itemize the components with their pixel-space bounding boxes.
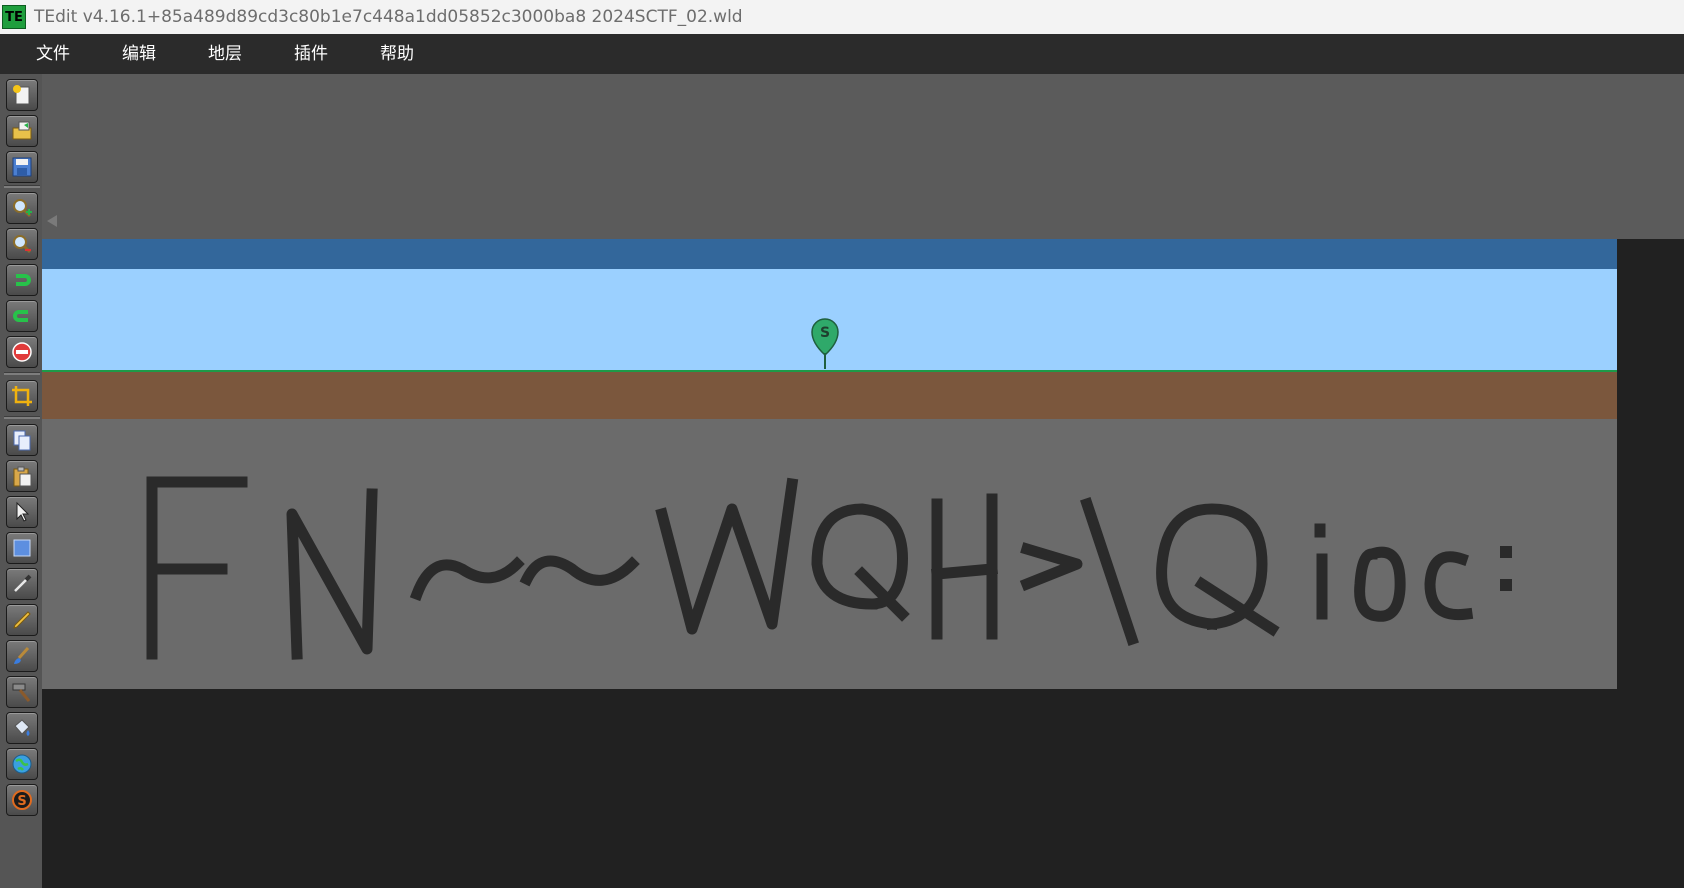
morph-globe-icon bbox=[12, 754, 32, 774]
sprite-icon: S bbox=[12, 790, 32, 810]
window-title: TEdit v4.16.1+85a489d89cd3c80b1e7c448a1d… bbox=[34, 7, 743, 27]
fill-bucket-icon bbox=[14, 719, 30, 736]
brush-button[interactable] bbox=[6, 640, 38, 672]
save-world-icon bbox=[12, 157, 32, 177]
menu-help[interactable]: 帮助 bbox=[362, 34, 432, 74]
title-bar: TE TEdit v4.16.1+85a489d89cd3c80b1e7c448… bbox=[0, 0, 1684, 34]
picker-button[interactable] bbox=[6, 568, 38, 600]
arrow-select-icon bbox=[16, 501, 30, 522]
copy-button[interactable] bbox=[6, 424, 38, 456]
pencil-icon bbox=[13, 611, 31, 629]
pencil-button[interactable] bbox=[6, 604, 38, 636]
viewport-background bbox=[42, 74, 1684, 239]
menu-plugins[interactable]: 插件 bbox=[276, 34, 346, 74]
menu-edit[interactable]: 编辑 bbox=[104, 34, 174, 74]
stone-drawing bbox=[146, 476, 1512, 660]
open-world-button[interactable] bbox=[6, 115, 38, 147]
zoom-out-icon bbox=[13, 235, 32, 254]
zoom-in-button[interactable] bbox=[6, 192, 38, 224]
tool-sidebar: S bbox=[0, 74, 42, 888]
picker-icon bbox=[14, 574, 32, 592]
new-world-icon bbox=[13, 85, 30, 105]
redo-button[interactable] bbox=[6, 300, 38, 332]
world-viewport[interactable]: S bbox=[42, 74, 1684, 888]
undo-button[interactable] bbox=[6, 264, 38, 296]
undo-icon bbox=[16, 274, 31, 286]
zoom-out-button[interactable] bbox=[6, 228, 38, 260]
svg-text:S: S bbox=[17, 794, 26, 809]
new-world-button[interactable] bbox=[6, 79, 38, 111]
scroll-left-arrow[interactable] bbox=[47, 215, 57, 227]
crop-icon bbox=[12, 386, 32, 406]
crop-button[interactable] bbox=[6, 380, 38, 412]
morph-globe-button[interactable] bbox=[6, 748, 38, 780]
save-world-button[interactable] bbox=[6, 151, 38, 183]
rectangle-select-icon bbox=[13, 539, 31, 557]
spawn-point-marker[interactable]: S bbox=[810, 317, 840, 369]
zoom-in-icon bbox=[13, 199, 32, 218]
paste-button[interactable] bbox=[6, 460, 38, 492]
rectangle-select-button[interactable] bbox=[6, 532, 38, 564]
delete-button[interactable] bbox=[6, 336, 38, 368]
arrow-select-button[interactable] bbox=[6, 496, 38, 528]
toolbar-separator bbox=[4, 372, 40, 375]
copy-icon bbox=[13, 430, 31, 451]
brush-icon bbox=[14, 646, 30, 664]
fill-bucket-button[interactable] bbox=[6, 712, 38, 744]
tedit-app-icon: TE bbox=[2, 5, 26, 29]
world-map[interactable]: S bbox=[42, 239, 1617, 689]
delete-icon bbox=[12, 342, 32, 362]
spawn-label: S bbox=[820, 325, 830, 341]
toolbar-separator bbox=[4, 416, 40, 419]
dirt-layer bbox=[42, 372, 1617, 419]
paste-icon bbox=[13, 466, 32, 487]
menu-file[interactable]: 文件 bbox=[18, 34, 88, 74]
hammer-button[interactable] bbox=[6, 676, 38, 708]
redo-icon bbox=[13, 310, 28, 322]
menu-layers[interactable]: 地层 bbox=[190, 34, 260, 74]
menu-bar: 文件 编辑 地层 插件 帮助 bbox=[0, 34, 1684, 74]
sprite-button[interactable]: S bbox=[6, 784, 38, 816]
hammer-icon bbox=[12, 683, 31, 702]
space-layer bbox=[42, 239, 1617, 269]
toolbar-separator bbox=[4, 185, 40, 188]
open-world-icon bbox=[12, 121, 32, 140]
